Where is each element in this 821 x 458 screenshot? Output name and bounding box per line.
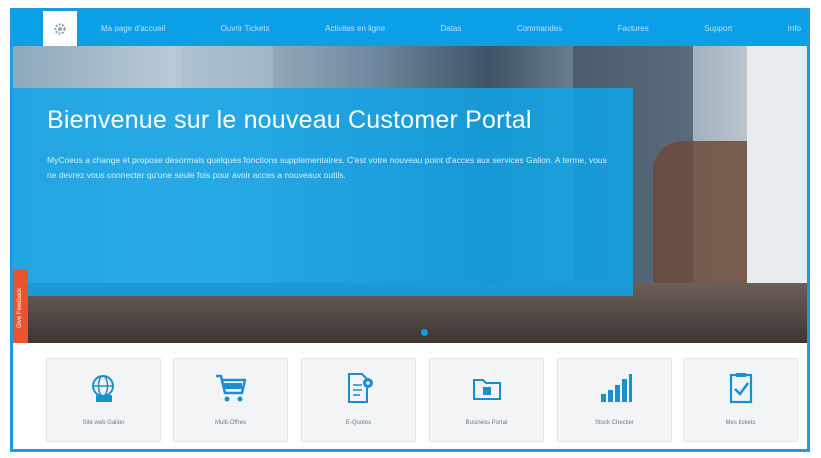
feedback-button[interactable]: Give Feedback — [13, 270, 28, 343]
nav-menu: Ma page d'accueil Ouvrir Tickets Activit… — [77, 24, 807, 33]
carousel-indicator[interactable] — [421, 329, 428, 336]
welcome-banner: Bienvenue sur le nouveau Customer Portal… — [13, 88, 633, 296]
tile-site-web[interactable]: Site web Galion — [46, 358, 161, 442]
top-navigation: Ma page d'accueil Ouvrir Tickets Activit… — [13, 11, 807, 46]
nav-item-accueil[interactable]: Ma page d'accueil — [101, 24, 165, 33]
welcome-title: Bienvenue sur le nouveau Customer Portal — [47, 106, 532, 134]
tile-e-quotes[interactable]: E-Quotes — [301, 358, 416, 442]
tile-business-portal[interactable]: Business Portal — [429, 358, 544, 442]
folder-icon — [472, 379, 501, 400]
nav-item-factures[interactable]: Factures — [618, 24, 649, 33]
tile-stock-checker[interactable]: Stock Checker — [557, 358, 672, 442]
shopping-cart-icon — [215, 374, 246, 402]
welcome-text: MyCoeus a change et propose desormais qu… — [47, 155, 607, 180]
feedback-label: Give Feedback — [17, 287, 24, 329]
tile-multi-offres[interactable]: Multi-Offres — [173, 358, 288, 442]
tile-label: Multi-Offres — [215, 420, 246, 426]
portal-frame: Ma page d'accueil Ouvrir Tickets Activit… — [10, 8, 810, 452]
tile-mes-tickets[interactable]: Mes tickets — [683, 358, 798, 442]
nav-item-tickets[interactable]: Ouvrir Tickets — [221, 24, 270, 33]
home-button[interactable] — [43, 11, 77, 46]
shortcut-tiles: Site web Galion Multi-Offres E-Quotes Bu… — [13, 343, 807, 449]
document-gear-icon — [347, 373, 373, 403]
bar-signal-icon — [600, 374, 632, 402]
gear-icon — [54, 22, 66, 35]
globe-dollar-icon — [91, 375, 114, 402]
nav-item-commandes[interactable]: Commandes — [517, 24, 562, 33]
nav-item-support[interactable]: Support — [704, 24, 732, 33]
tile-label: E-Quotes — [345, 420, 372, 426]
tile-label: Business Portal — [465, 420, 508, 426]
hero-carousel: Bienvenue sur le nouveau Customer Portal… — [13, 46, 807, 343]
tile-label: Site web Galion — [82, 420, 125, 426]
nav-item-info[interactable]: Info — [788, 24, 801, 33]
tile-label: Stock Checker — [594, 420, 634, 426]
clipboard-check-icon — [729, 373, 752, 404]
nav-item-activites[interactable]: Activites en ligne — [325, 24, 385, 33]
nav-item-datas[interactable]: Datas — [440, 24, 461, 33]
tile-label: Mes tickets — [725, 420, 756, 426]
